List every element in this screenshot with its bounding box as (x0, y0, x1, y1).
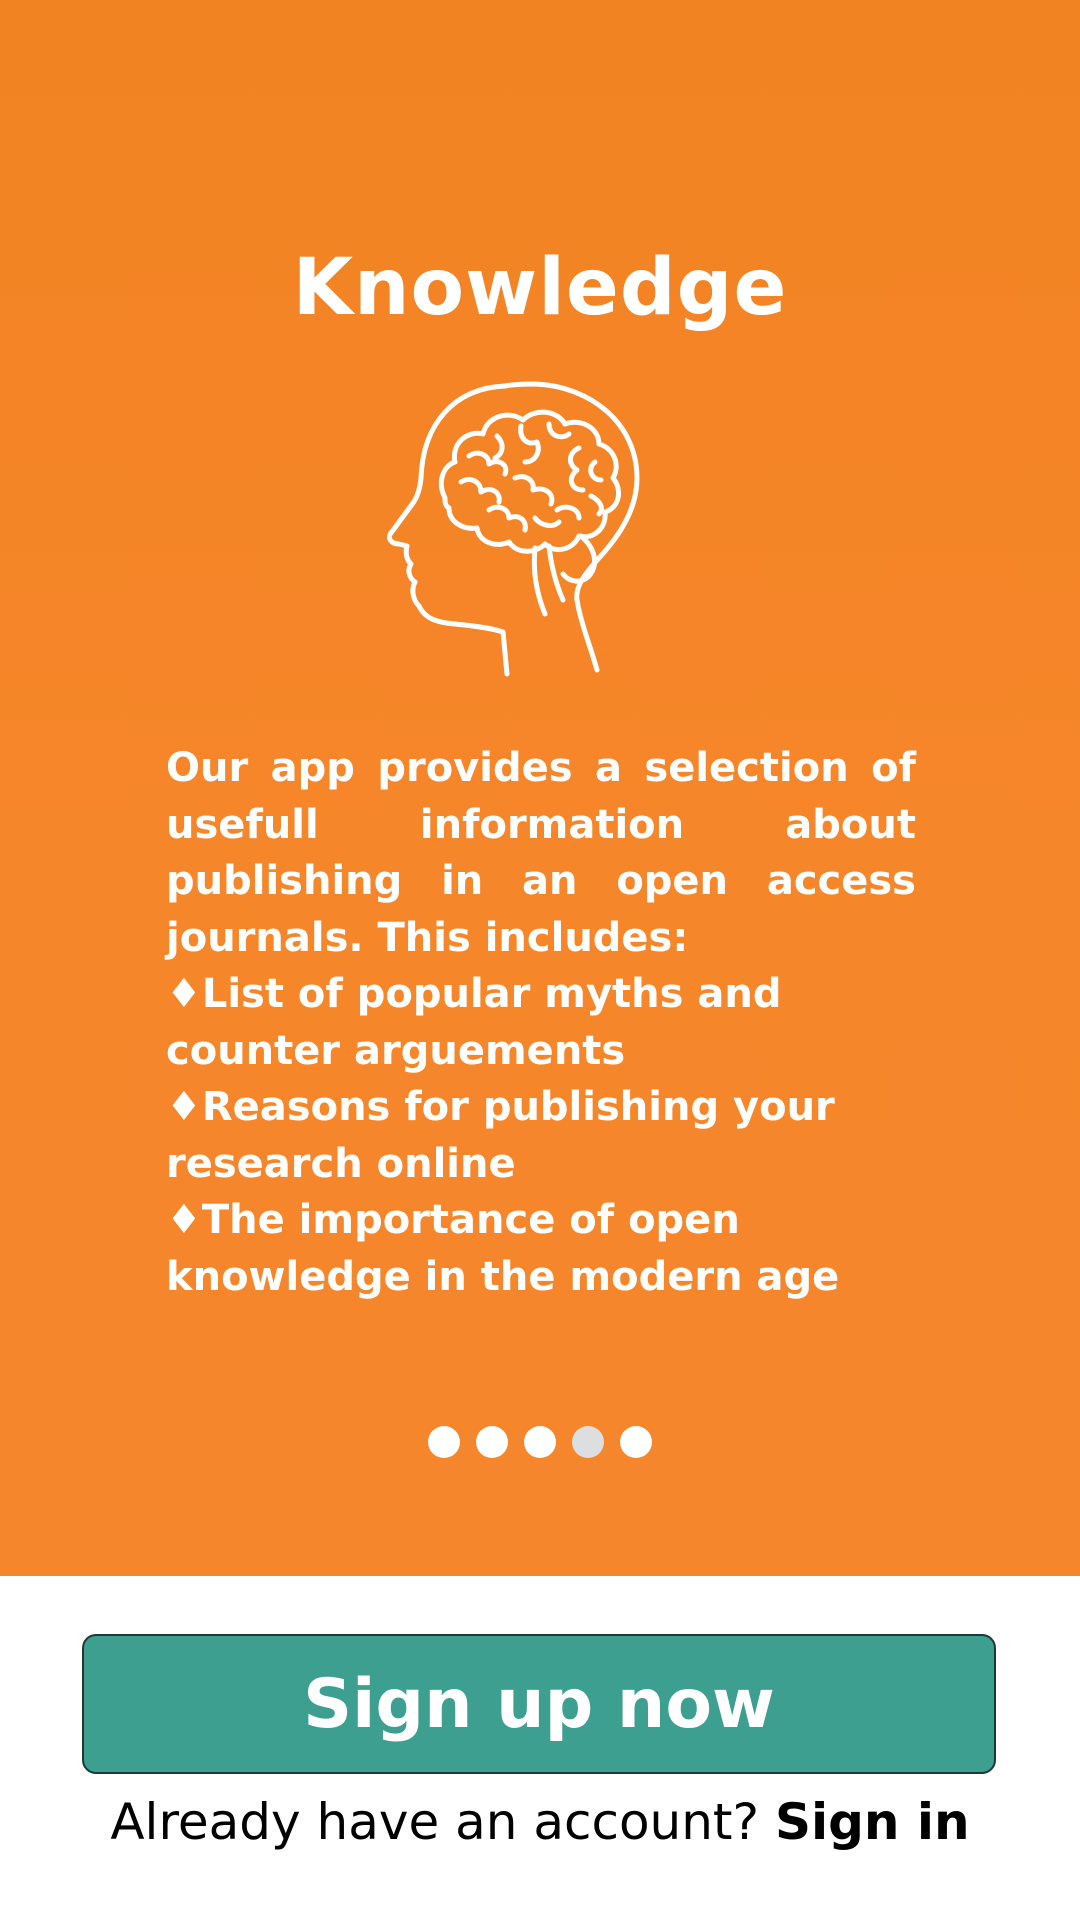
sign-in-link[interactable]: Sign in (775, 1793, 970, 1851)
sign-up-button[interactable]: Sign up now (82, 1634, 996, 1774)
page-dot-4-active[interactable] (572, 1426, 604, 1458)
page-dot-5[interactable] (620, 1426, 652, 1458)
sign-in-prompt-text: Already have an account? (110, 1793, 760, 1851)
page-dot-2[interactable] (476, 1426, 508, 1458)
bullet-myths: ♦List of popular myths and counter argue… (166, 971, 782, 1074)
onboarding-slide[interactable]: Knowledge Our app provides a selection o… (0, 0, 1080, 1576)
slide-title: Knowledge (292, 243, 788, 333)
description-intro: Our app provides a selection of usefull … (166, 745, 916, 961)
slide-description: Our app provides a selection of usefull … (166, 740, 916, 1305)
onboarding-screen: Knowledge Our app provides a selection o… (0, 0, 1080, 1920)
brain-head-icon (386, 381, 640, 677)
page-dot-3[interactable] (524, 1426, 556, 1458)
sign-in-prompt: Already have an account? Sign in (0, 1790, 1080, 1854)
page-dot-1[interactable] (428, 1426, 460, 1458)
bullet-importance: ♦The importance of open knowledge in the… (166, 1197, 840, 1300)
page-indicator (428, 1426, 652, 1460)
bullet-reasons: ♦Reasons for publishing your research on… (166, 1084, 835, 1187)
